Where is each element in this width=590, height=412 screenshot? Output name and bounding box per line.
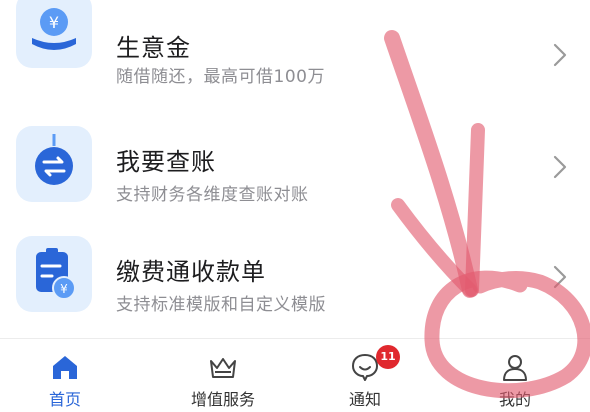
notification-badge: 11 [376,345,400,369]
tab-label: 通知 [348,390,381,409]
tab-label: 增值服务 [190,390,255,409]
service-title: 缴费通收款单 [116,258,266,286]
tab-mine[interactable]: 我的 [460,339,570,412]
ledger-check-icon [35,134,73,185]
tab-home[interactable]: 首页 [10,339,120,412]
bill-receipt-icon: ¥ [36,248,76,300]
chevron-right-icon [553,155,567,179]
tab-value-added-services[interactable]: 增值服务 [168,339,278,412]
service-item-payment-receipt[interactable]: ¥ 缴费通收款单 支持标准模版和自定义模版 [0,228,590,328]
svg-text:¥: ¥ [49,13,59,32]
chevron-right-icon [553,265,567,289]
loan-yen-icon: ¥ [32,8,76,50]
tab-label: 首页 [48,390,81,409]
service-item-business-loan[interactable]: ¥ 生意金 随借随还，最高可借100万 [0,0,590,100]
tab-label: 我的 [498,390,531,409]
service-title: 我要查账 [116,148,216,176]
service-subtitle: 随借随还，最高可借100万 [116,67,325,87]
service-icon-tile [16,126,92,202]
svg-text:¥: ¥ [60,282,68,296]
crown-icon [210,358,236,378]
service-title: 生意金 [116,34,191,62]
chevron-right-icon [553,43,567,67]
service-item-check-accounts[interactable]: 我要查账 支持财务各维度查账对账 [0,118,590,218]
bottom-tab-bar: 首页 增值服务 通知 我的 [0,338,590,412]
user-icon [503,355,527,381]
service-subtitle: 支持财务各维度查账对账 [116,185,309,205]
home-icon [53,356,77,379]
service-icon-tile: ¥ [16,236,92,312]
service-subtitle: 支持标准模版和自定义模版 [116,295,326,315]
tab-notifications[interactable]: 通知 [310,339,420,412]
service-icon-tile: ¥ [16,0,92,68]
